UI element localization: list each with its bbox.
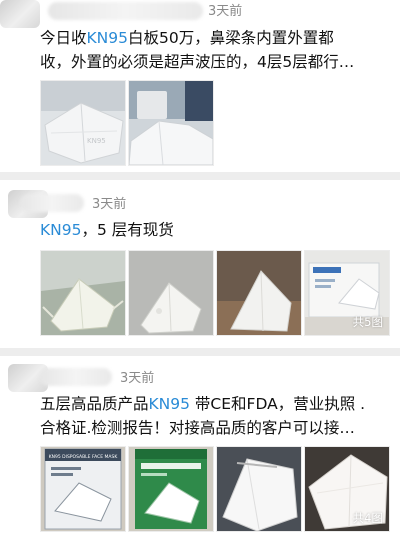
photo-mask-package-2[interactable] — [128, 446, 214, 532]
post-text-line-2: 收，外置的必须是超声波压的，4层5层都行… — [40, 53, 355, 71]
author-name-blurred — [48, 2, 203, 20]
author-name-blurred — [20, 194, 84, 212]
photo-mask-4[interactable]: 共5图 — [304, 250, 390, 336]
svg-text:KN95: KN95 — [87, 137, 106, 145]
photo-mask-1[interactable]: KN95 — [40, 80, 126, 166]
post-time: 3天前 — [92, 197, 127, 212]
post-3: 3天前 五层高品质产品KN95 带CE和FDA，营业执照 . 合格证.检测报告！… — [0, 356, 400, 539]
post-text-line-1: 五层高品质产品KN95 带CE和FDA，营业执照 . — [40, 395, 366, 413]
photo-mask-3[interactable] — [216, 446, 302, 532]
keyword-link[interactable]: KN95 — [40, 221, 81, 239]
post-text[interactable]: 五层高品质产品KN95 带CE和FDA，营业执照 . 合格证.检测报告！对接高品… — [40, 392, 390, 440]
photo-mask-2[interactable] — [128, 250, 214, 336]
post-text-line-1: KN95，5 层有现货 — [40, 221, 174, 239]
image-count-badge: 共4图 — [352, 511, 383, 525]
post-text-line-2: 合格证.检测报告！对接高品质的客户可以接… — [40, 419, 355, 437]
post-2: 3天前 KN95，5 层有现货 共5图 — [0, 180, 400, 348]
author-name-blurred — [40, 368, 112, 386]
post-text[interactable]: 今日收KN95白板50万，鼻梁条内置外置都 收，外置的必须是超声波压的，4层5层… — [40, 26, 390, 74]
post-1: 3天前 今日收KN95白板50万，鼻梁条内置外置都 收，外置的必须是超声波压的，… — [0, 0, 400, 172]
photo-mask-2[interactable] — [128, 80, 214, 166]
post-time: 3天前 — [208, 4, 243, 19]
keyword-link[interactable]: KN95 — [87, 29, 128, 47]
post-divider — [0, 348, 400, 356]
photo-mask-1[interactable] — [40, 250, 126, 336]
avatar[interactable] — [0, 0, 40, 28]
package-label: KN95 DISPOSABLE FACE MASK — [49, 454, 119, 460]
post-time: 3天前 — [120, 371, 155, 386]
post-divider — [0, 172, 400, 180]
photo-mask-4[interactable]: 共4图 — [304, 446, 390, 532]
keyword-link[interactable]: KN95 — [149, 395, 190, 413]
photo-mask-package-1[interactable]: KN95 DISPOSABLE FACE MASK — [40, 446, 126, 532]
image-count-badge: 共5图 — [352, 315, 383, 329]
post-text[interactable]: KN95，5 层有现货 — [40, 218, 390, 242]
post-text-line-1: 今日收KN95白板50万，鼻梁条内置外置都 — [40, 29, 334, 47]
photo-mask-3[interactable] — [216, 250, 302, 336]
